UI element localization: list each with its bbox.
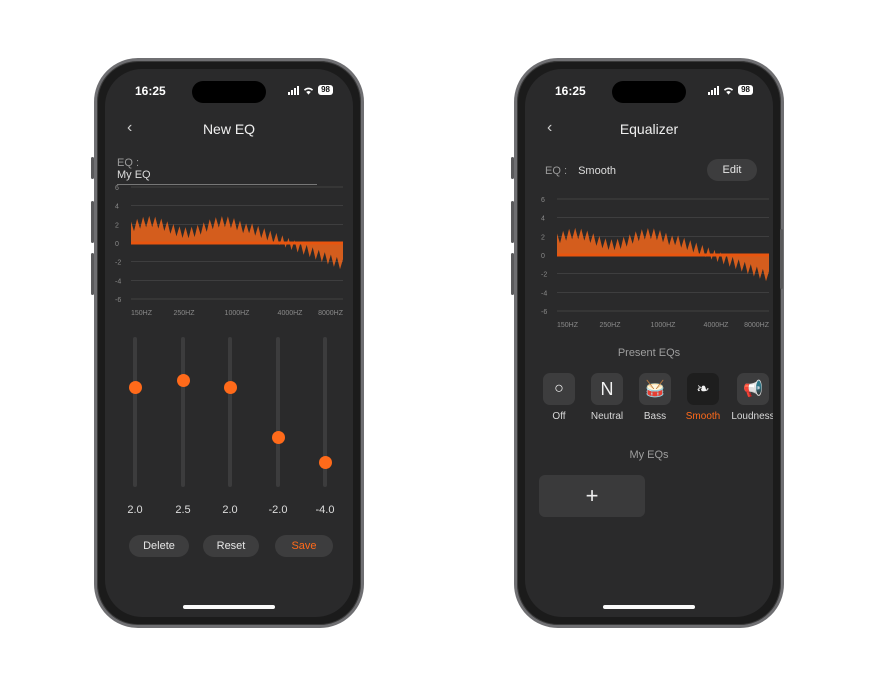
slider-track[interactable] [181, 337, 185, 487]
save-button[interactable]: Save [275, 535, 333, 557]
circle-icon: ○ [543, 373, 575, 405]
y-tick-label: -6 [115, 297, 121, 304]
y-tick-label: -2 [541, 272, 547, 279]
y-tick-label: 0 [541, 253, 545, 260]
slider-value: 2.5 [175, 504, 191, 516]
home-indicator [603, 605, 695, 609]
screen: 16:25 98 ‹ Equalizer EQ : Smooth Edit 64… [525, 69, 773, 617]
my-eqs-title: My EQs [629, 449, 669, 461]
x-tick-label: 250HZ [173, 310, 195, 317]
power-button [780, 229, 783, 289]
y-tick-label: 4 [115, 204, 119, 211]
dynamic-island [192, 81, 266, 103]
y-tick-label: -6 [541, 309, 547, 316]
y-tick-label: 6 [115, 185, 119, 192]
slider-area: 2.0 2.5 2.0 -2.0 -4.0 [105, 337, 353, 516]
status-time: 16:25 [135, 84, 166, 98]
eq-label: EQ : [545, 165, 568, 177]
eq-current-row: EQ : Smooth [545, 165, 616, 177]
y-tick-label: 2 [115, 222, 119, 229]
preset-label: Loudness [731, 411, 773, 422]
home-indicator [183, 605, 275, 609]
x-tick-label: 8000HZ [744, 322, 770, 329]
slider-track[interactable] [228, 337, 232, 487]
slider-knob[interactable] [128, 380, 142, 394]
slider-value: -4.0 [315, 504, 335, 516]
preset-smooth[interactable]: ❧ Smooth [681, 373, 725, 422]
page-title: Equalizer [619, 121, 679, 137]
x-tick-label: 4000HZ [704, 322, 730, 329]
edit-button[interactable]: Edit [707, 159, 757, 181]
eq-curve-chart: 6 4 2 0 -2 -4 -6 150HZ 250HZ 1000HZ 4000HZ 8000HZ [541, 197, 770, 329]
dynamic-island [612, 81, 686, 103]
y-tick-label: -4 [115, 278, 121, 285]
status-icons: 98 [288, 85, 333, 95]
page-title: New EQ [202, 121, 256, 137]
delete-button[interactable]: Delete [129, 535, 189, 557]
preset-label: Off [552, 411, 566, 422]
eq-current-name: Smooth [578, 165, 616, 177]
neutral-n-icon: N [591, 373, 623, 405]
phone-new-eq: 16:25 98 ‹ New EQ EQ : My EQ 6 4 2 0 -2 -4 -6 1… [91, 58, 364, 628]
volume-up-button [91, 201, 94, 243]
mute-switch [91, 157, 94, 179]
mute-switch [511, 157, 514, 179]
presets-title: Present EQs [617, 347, 681, 359]
slider-value: 2.0 [127, 504, 143, 516]
reset-button[interactable]: Reset [203, 535, 259, 557]
slider-knob[interactable] [223, 380, 237, 394]
signal-icon [708, 85, 720, 95]
battery-icon: 98 [318, 85, 333, 95]
preset-off[interactable]: ○ Off [537, 373, 581, 422]
add-eq-button[interactable]: + [539, 475, 645, 517]
signal-icon [288, 85, 300, 95]
battery-icon: 98 [738, 85, 753, 95]
x-tick-label: 250HZ [599, 322, 621, 329]
slider-knob[interactable] [176, 374, 190, 388]
feather-icon: ❧ [687, 373, 719, 405]
y-tick-label: 0 [115, 241, 119, 248]
x-tick-label: 150HZ [131, 310, 153, 317]
volume-down-button [511, 253, 514, 295]
x-tick-label: 150HZ [557, 322, 579, 329]
wifi-icon [304, 87, 314, 95]
slider-knob[interactable] [271, 430, 285, 444]
y-tick-label: -4 [541, 290, 547, 297]
y-tick-label: -2 [115, 260, 121, 267]
drum-icon: 🥁 [639, 373, 671, 405]
preset-bass[interactable]: 🥁 Bass [633, 373, 677, 422]
status-icons: 98 [708, 85, 753, 95]
y-tick-label: 6 [541, 197, 545, 204]
slider-knob[interactable] [318, 455, 332, 469]
x-tick-label: 4000HZ [278, 310, 304, 317]
eq-label: EQ : [117, 157, 140, 169]
preset-label: Bass [643, 411, 667, 422]
x-tick-label: 1000HZ [651, 322, 677, 329]
wifi-icon [724, 87, 734, 95]
slider-value: 2.0 [222, 504, 238, 516]
preset-label: Neutral [590, 411, 624, 422]
status-time: 16:25 [555, 84, 586, 98]
y-tick-label: 2 [541, 234, 545, 241]
slider-track[interactable] [133, 337, 137, 487]
eq-curve-chart: 6 4 2 0 -2 -4 -6 150HZ 250HZ 1000HZ 4000HZ 8000HZ [115, 185, 344, 317]
volume-up-button [511, 201, 514, 243]
x-tick-label: 8000HZ [318, 310, 344, 317]
slider-track[interactable] [276, 337, 280, 487]
slider-value: -2.0 [268, 504, 288, 516]
preset-loudness[interactable]: 📢 Loudness [731, 373, 773, 422]
volume-down-button [91, 253, 94, 295]
preset-neutral[interactable]: N Neutral [585, 373, 629, 422]
preset-label: Smooth [685, 411, 721, 422]
screen: 16:25 98 ‹ New EQ EQ : My EQ 6 4 2 0 -2 -4 -6 1… [105, 69, 353, 617]
x-tick-label: 1000HZ [225, 310, 251, 317]
phone-equalizer: 16:25 98 ‹ Equalizer EQ : Smooth Edit 64… [511, 58, 784, 628]
y-tick-label: 4 [541, 216, 545, 223]
megaphone-icon: 📢 [737, 373, 769, 405]
